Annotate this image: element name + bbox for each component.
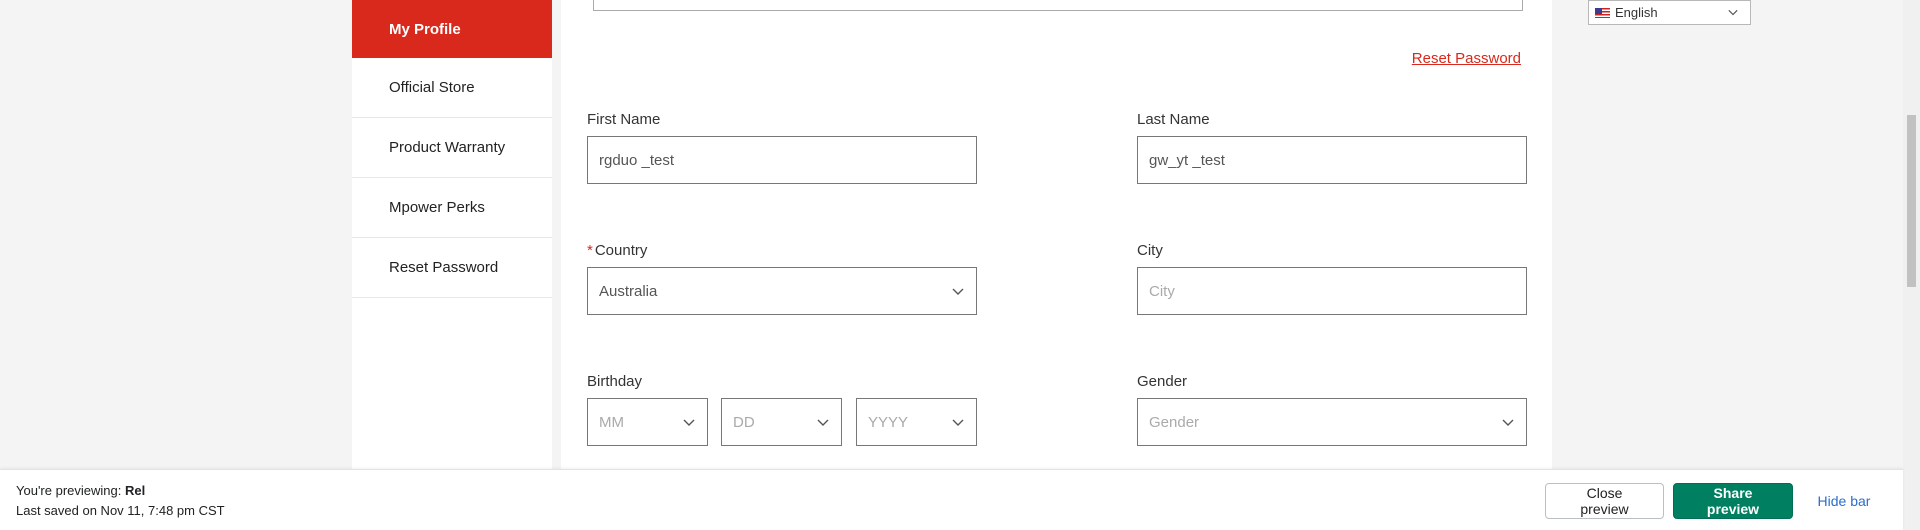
account-sidebar: My Profile Official Store Product Warran… bbox=[352, 0, 552, 530]
first-name-field[interactable] bbox=[587, 136, 977, 184]
birthday-year-select[interactable]: YYYY bbox=[856, 398, 977, 446]
us-flag-icon bbox=[1595, 7, 1610, 18]
chevron-down-icon bbox=[952, 419, 964, 426]
reset-password-link[interactable]: Reset Password bbox=[1412, 50, 1521, 67]
gender-select[interactable]: Gender bbox=[1137, 398, 1527, 446]
gender-label: Gender bbox=[1137, 373, 1188, 390]
city-field[interactable] bbox=[1137, 267, 1527, 315]
first-name-label: First Name bbox=[587, 111, 661, 128]
birthday-day-placeholder: DD bbox=[733, 413, 755, 431]
chevron-down-icon bbox=[1728, 9, 1738, 16]
birthday-month-select[interactable]: MM bbox=[587, 398, 708, 446]
language-select[interactable]: English bbox=[1588, 0, 1751, 25]
sidebar-item-label: Mpower Perks bbox=[389, 199, 485, 216]
hide-bar-button[interactable]: Hide bar bbox=[1803, 483, 1885, 519]
previewing-text: You're previewing: Rel bbox=[16, 483, 145, 498]
country-select[interactable]: Australia bbox=[587, 267, 977, 315]
share-preview-button[interactable]: Share preview bbox=[1673, 483, 1793, 519]
chevron-down-icon bbox=[952, 288, 964, 295]
sidebar-item-label: Official Store bbox=[389, 79, 475, 96]
city-label: City bbox=[1137, 242, 1163, 259]
sidebar-item-label: My Profile bbox=[389, 20, 461, 38]
sidebar-item-product-warranty[interactable]: Product Warranty bbox=[352, 118, 552, 178]
previewing-prefix: You're previewing: bbox=[16, 483, 122, 498]
country-value: Australia bbox=[599, 282, 658, 300]
sidebar-item-label: Product Warranty bbox=[389, 139, 506, 156]
theme-name: Rel bbox=[124, 483, 146, 498]
gender-placeholder: Gender bbox=[1149, 413, 1200, 431]
chevron-down-icon bbox=[1502, 419, 1514, 426]
page-scrollbar[interactable] bbox=[1903, 0, 1920, 530]
birthday-label: Birthday bbox=[587, 373, 643, 390]
top-field-box bbox=[593, 0, 1523, 11]
last-name-label: Last Name bbox=[1137, 111, 1210, 128]
sidebar-item-my-profile[interactable]: My Profile bbox=[352, 0, 552, 58]
country-label: * Country bbox=[587, 242, 647, 259]
required-marker: * bbox=[587, 242, 593, 259]
birthday-day-select[interactable]: DD bbox=[721, 398, 842, 446]
last-saved-text: Last saved on Nov 11, 7:48 pm CST bbox=[16, 503, 225, 518]
country-label-text: Country bbox=[594, 242, 648, 259]
profile-form-panel: Reset Password First Name Last Name *Cou… bbox=[561, 0, 1552, 530]
language-value: English bbox=[1615, 5, 1658, 20]
last-name-field[interactable] bbox=[1137, 136, 1527, 184]
theme-preview-bar: You're previewing: Rel Last saved on Nov… bbox=[0, 469, 1903, 530]
scrollbar-thumb[interactable] bbox=[1907, 115, 1916, 287]
sidebar-item-label: Reset Password bbox=[389, 259, 499, 276]
close-preview-button[interactable]: Close preview bbox=[1545, 483, 1664, 519]
chevron-down-icon bbox=[683, 419, 695, 426]
birthday-year-placeholder: YYYY bbox=[868, 413, 909, 431]
sidebar-item-mpower-perks[interactable]: Mpower Perks bbox=[352, 178, 552, 238]
sidebar-item-reset-password[interactable]: Reset Password bbox=[352, 238, 552, 298]
birthday-month-placeholder: MM bbox=[599, 413, 624, 431]
chevron-down-icon bbox=[817, 419, 829, 426]
sidebar-item-official-store[interactable]: Official Store bbox=[352, 58, 552, 118]
